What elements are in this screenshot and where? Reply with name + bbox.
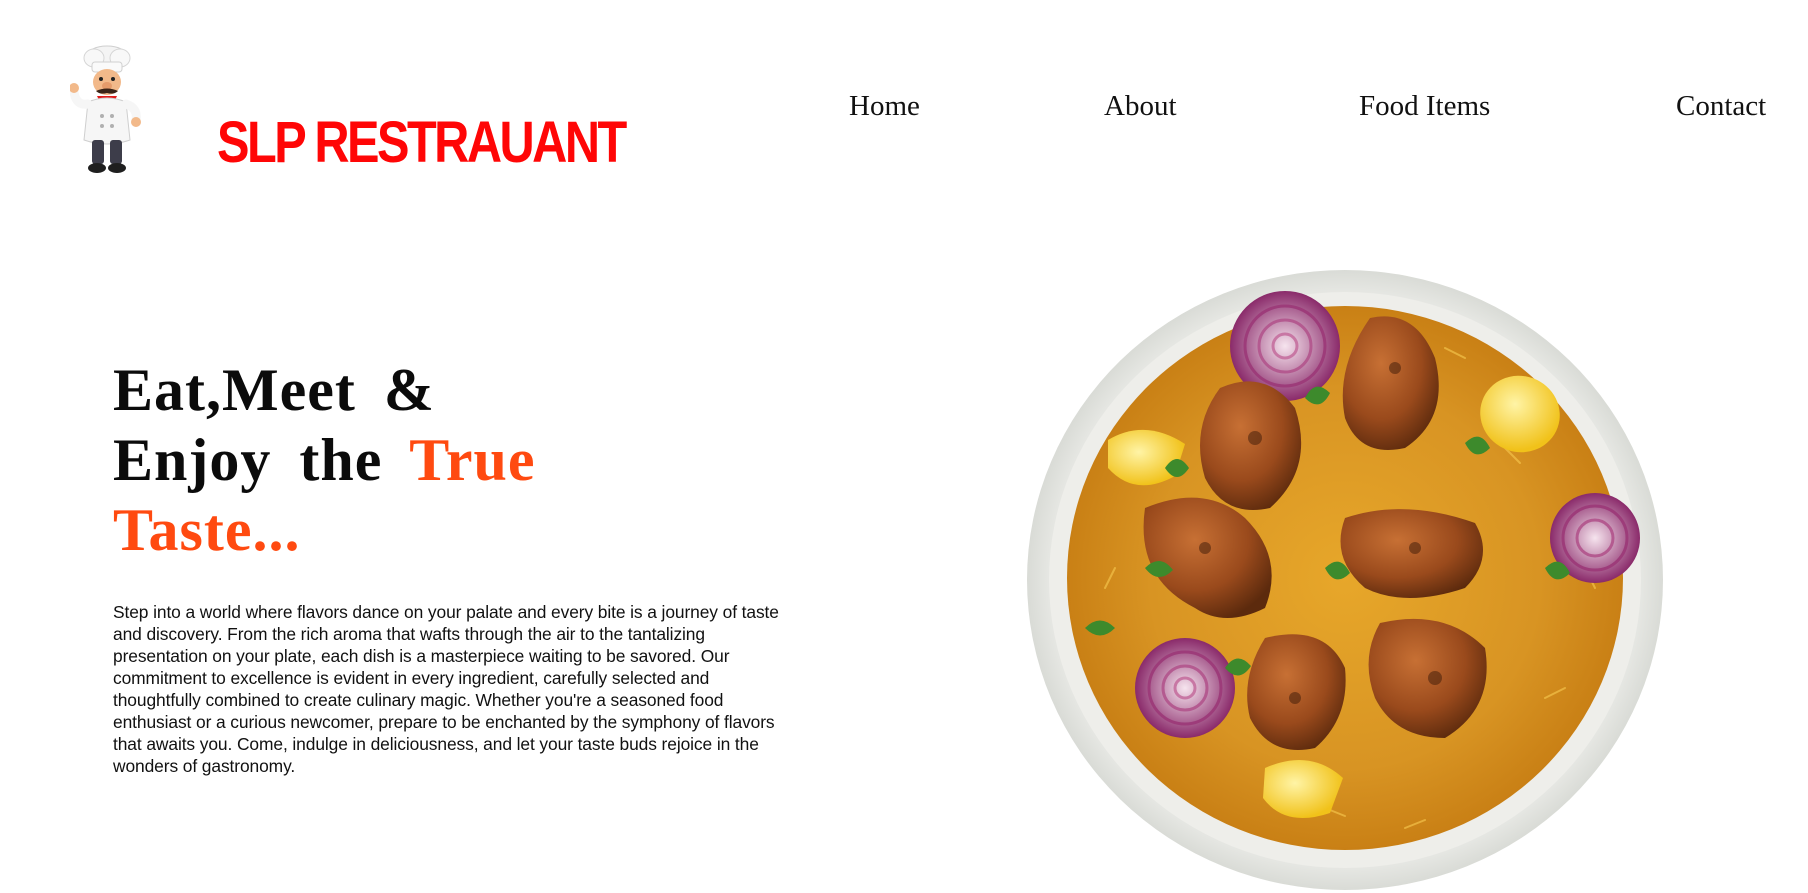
nav-home-link[interactable]: Home [849, 92, 920, 121]
nav-about-link[interactable]: About [1104, 92, 1177, 121]
hero-headline: Eat,Meet & Enjoy the True Taste... [113, 355, 535, 565]
hero-description: Step into a world where flavors dance on… [113, 602, 779, 777]
plate-illustration [1027, 270, 1663, 890]
nav-food-items-link[interactable]: Food Items [1359, 92, 1490, 121]
biryani-plate-image [1025, 268, 1665, 893]
headline-accent-taste: Taste... [113, 497, 301, 563]
brand-name[interactable]: SLP RESTRAUANT [217, 114, 627, 172]
logo[interactable]: SLP RESTRAUANT [70, 44, 627, 176]
home-page: SLP RESTRAUANT Home About Food Items Con… [0, 0, 1808, 893]
nav-contact-link[interactable]: Contact [1676, 92, 1766, 121]
headline-line-1: Eat,Meet & [113, 357, 435, 423]
headline-accent-true: True [409, 427, 536, 493]
headline-line-2: Enjoy the True [113, 425, 535, 495]
headline-line-2-plain: Enjoy the [113, 427, 383, 493]
chef-mascot-icon [70, 45, 141, 173]
